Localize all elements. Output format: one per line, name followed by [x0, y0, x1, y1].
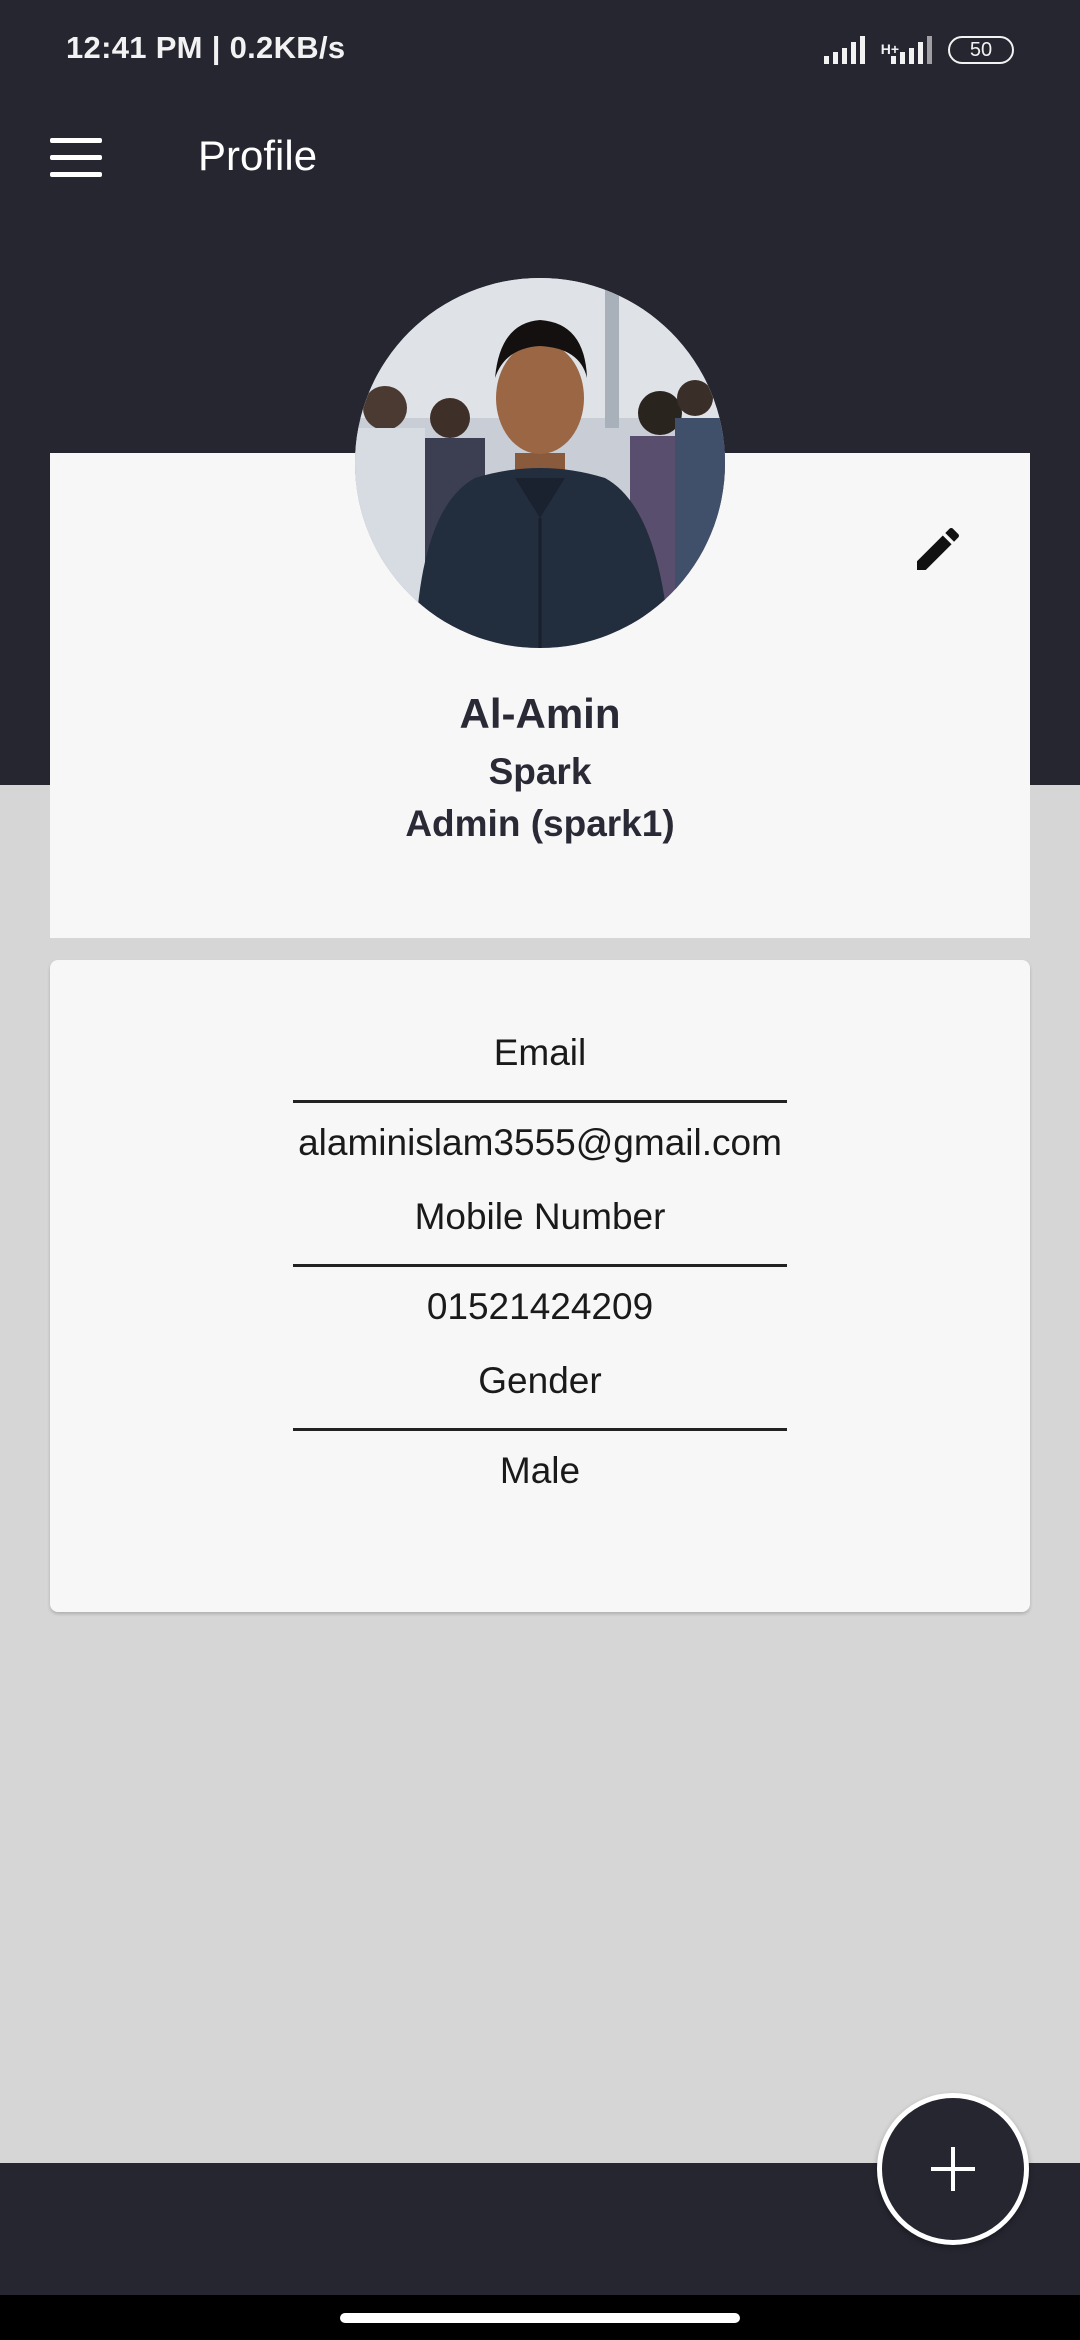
status-icons: H+ 50 [823, 30, 1014, 70]
status-time: 12:41 PM | 0.2KB/s [66, 30, 346, 65]
battery-icon: 50 [948, 36, 1014, 64]
signal-icon [823, 36, 865, 64]
status-bar: 12:41 PM | 0.2KB/s H+ 50 [0, 0, 1080, 100]
mobile-label: Mobile Number [414, 1196, 666, 1237]
pencil-icon[interactable] [910, 521, 966, 577]
divider [293, 1100, 787, 1103]
page-title: Profile [198, 132, 318, 179]
email-label: Email [493, 1032, 587, 1073]
profile-role: Admin (spark1) [405, 803, 675, 844]
gender-label: Gender [478, 1360, 602, 1401]
profile-name: Al-Amin [459, 690, 621, 737]
add-button[interactable] [877, 2093, 1029, 2245]
divider [293, 1428, 787, 1431]
app-bar: Profile [0, 110, 1080, 210]
home-indicator[interactable] [340, 2313, 740, 2323]
profile-company: Spark [488, 751, 592, 792]
gender-value: Male [499, 1450, 581, 1491]
contact-info-card: Email alaminislam3555@gmail.com Mobile N… [50, 960, 1030, 1612]
avatar [355, 278, 725, 648]
signal-icon-secondary: H+ [881, 36, 932, 64]
divider [293, 1264, 787, 1267]
network-type: H+ [880, 41, 899, 57]
mobile-value: 01521424209 [426, 1286, 654, 1327]
hamburger-menu-icon[interactable] [50, 138, 104, 178]
plus-icon [931, 2147, 975, 2191]
email-value: alaminislam3555@gmail.com [298, 1122, 782, 1163]
